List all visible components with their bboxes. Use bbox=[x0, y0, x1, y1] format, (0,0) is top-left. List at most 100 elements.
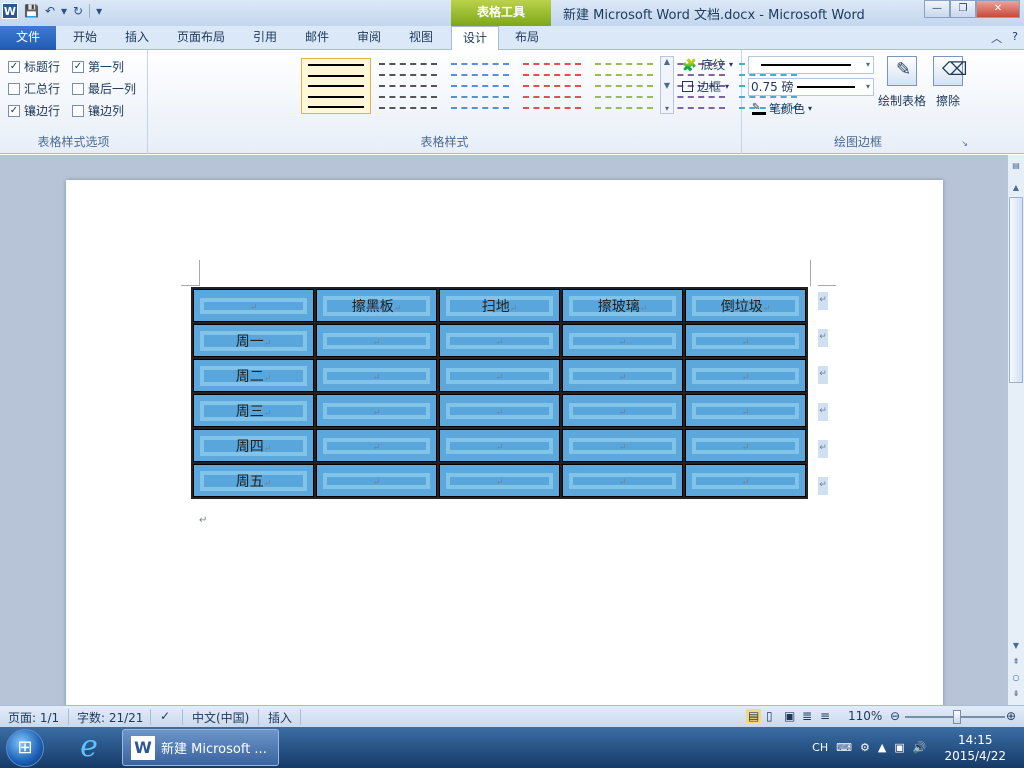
ime-indicator[interactable]: CH bbox=[812, 741, 828, 754]
option-first-column[interactable]: ✓ 第一列 bbox=[72, 58, 124, 75]
table-cell[interactable]: ↵ bbox=[439, 324, 560, 357]
table-cell[interactable]: 周二↵ bbox=[193, 359, 314, 392]
web-layout-icon[interactable]: ▣ bbox=[784, 709, 795, 723]
table-cell[interactable]: 周五↵ bbox=[193, 464, 314, 497]
table-cell[interactable]: ↵ bbox=[562, 394, 683, 427]
tab-home[interactable]: 开始 bbox=[64, 26, 106, 50]
outline-view-icon[interactable]: ≣ bbox=[802, 709, 812, 723]
table-cell[interactable]: ↵ bbox=[562, 429, 683, 462]
table-style-thumbnail[interactable] bbox=[445, 58, 515, 114]
collapse-ribbon-icon[interactable]: ︿ bbox=[991, 30, 1002, 46]
draft-view-icon[interactable]: ≡ bbox=[820, 709, 830, 723]
browse-object-icon[interactable]: ○ bbox=[1008, 671, 1024, 685]
total-row-checkbox[interactable] bbox=[8, 82, 20, 95]
line-style-select[interactable]: ▾ bbox=[748, 56, 874, 74]
banded-columns-checkbox[interactable] bbox=[72, 104, 84, 117]
table-cell[interactable]: 扫地↵ bbox=[439, 289, 560, 322]
table-cell[interactable]: ↵ bbox=[439, 429, 560, 462]
table-style-thumbnail[interactable] bbox=[517, 58, 587, 114]
borders-button[interactable]: 边框 ▾ bbox=[682, 78, 729, 95]
zoom-slider-thumb[interactable] bbox=[953, 710, 961, 724]
minimize-button[interactable]: — bbox=[924, 0, 950, 18]
internet-explorer-icon[interactable]: e bbox=[72, 731, 106, 765]
gallery-up-icon[interactable]: ▲ bbox=[664, 57, 670, 66]
ruler-toggle-icon[interactable]: ▤ bbox=[1008, 159, 1024, 173]
table-cell[interactable]: ↵ bbox=[193, 289, 314, 322]
gallery-more-icon[interactable]: ▾ bbox=[665, 104, 669, 113]
table-cell[interactable]: ↵ bbox=[439, 464, 560, 497]
print-layout-view-icon[interactable]: ▤ bbox=[746, 709, 762, 723]
scroll-down-icon[interactable]: ▼ bbox=[1008, 639, 1024, 653]
tab-page-layout[interactable]: 页面布局 bbox=[168, 26, 234, 50]
tab-references[interactable]: 引用 bbox=[244, 26, 286, 50]
draw-table-button[interactable]: ✎ 绘制表格 bbox=[876, 56, 928, 109]
document-table[interactable]: ↵ 擦黑板↵ 扫地↵ 擦玻璃↵ 倒垃圾↵ 周一↵ ↵ ↵ ↵ ↵ 周二↵ ↵ ↵ ↵ ↵ 周三↵ ↵ ↵ ↵ ↵ 周四↵… bbox=[191, 287, 808, 499]
scroll-up-icon[interactable]: ▲ bbox=[1008, 181, 1024, 195]
banded-rows-checkbox[interactable]: ✓ bbox=[8, 104, 20, 117]
restore-button[interactable]: ❐ bbox=[950, 0, 976, 18]
header-row-checkbox[interactable]: ✓ bbox=[8, 60, 20, 73]
table-cell[interactable]: 周四↵ bbox=[193, 429, 314, 462]
help-icon[interactable]: ? bbox=[1012, 30, 1018, 46]
redo-icon[interactable]: ↻ bbox=[73, 3, 83, 19]
table-cell[interactable]: 倒垃圾↵ bbox=[685, 289, 806, 322]
tab-layout[interactable]: 布局 bbox=[505, 26, 549, 50]
undo-dropdown-icon[interactable]: ▾ bbox=[61, 3, 67, 19]
close-button[interactable]: ✕ bbox=[976, 0, 1020, 18]
table-cell[interactable]: ↵ bbox=[685, 464, 806, 497]
table-cell[interactable]: ↵ bbox=[562, 464, 683, 497]
keyboard-icon[interactable]: ⌨ bbox=[836, 741, 852, 754]
previous-page-icon[interactable]: ⇞ bbox=[1008, 655, 1024, 669]
option-header-row[interactable]: ✓ 标题行 bbox=[8, 58, 60, 75]
table-cell[interactable]: 周三↵ bbox=[193, 394, 314, 427]
table-cell[interactable]: 擦黑板↵ bbox=[316, 289, 437, 322]
tab-design[interactable]: 设计 bbox=[451, 26, 499, 51]
word-count[interactable]: 字数: 21/21 bbox=[77, 709, 143, 726]
word-app-icon[interactable]: W bbox=[2, 3, 18, 19]
page-count[interactable]: 页面: 1/1 bbox=[8, 709, 59, 726]
zoom-slider[interactable] bbox=[905, 710, 1005, 724]
show-hidden-icons-icon[interactable]: ▲ bbox=[878, 741, 886, 754]
table-style-thumbnail[interactable] bbox=[301, 58, 371, 114]
first-column-checkbox[interactable]: ✓ bbox=[72, 60, 84, 73]
customize-qat-icon[interactable]: ▾ bbox=[96, 3, 102, 19]
zoom-out-icon[interactable]: ⊖ bbox=[890, 709, 900, 723]
table-cell[interactable]: ↵ bbox=[685, 359, 806, 392]
tab-file[interactable]: 文件 bbox=[0, 26, 56, 50]
line-weight-select[interactable]: 0.75 磅 ▾ bbox=[748, 78, 874, 96]
table-cell[interactable]: ↵ bbox=[439, 359, 560, 392]
start-button[interactable]: ⊞ bbox=[6, 729, 44, 767]
table-cell[interactable]: ↵ bbox=[316, 324, 437, 357]
tab-insert[interactable]: 插入 bbox=[116, 26, 158, 50]
language-indicator[interactable]: 中文(中国) bbox=[192, 709, 249, 726]
save-icon[interactable]: 💾 bbox=[24, 3, 39, 19]
next-page-icon[interactable]: ⇟ bbox=[1008, 687, 1024, 701]
zoom-level[interactable]: 110% bbox=[848, 709, 882, 723]
table-cell[interactable]: ↵ bbox=[685, 394, 806, 427]
option-last-column[interactable]: 最后一列 bbox=[72, 80, 136, 97]
clock[interactable]: 14:15 2015/4/22 bbox=[944, 732, 1006, 764]
taskbar-word-item[interactable]: W 新建 Microsoft ... bbox=[122, 729, 279, 766]
table-cell[interactable]: ↵ bbox=[685, 429, 806, 462]
table-cell[interactable]: 擦玻璃↵ bbox=[562, 289, 683, 322]
tab-mailings[interactable]: 邮件 bbox=[296, 26, 338, 50]
eraser-button[interactable]: ⌫ 擦除 bbox=[922, 56, 974, 109]
option-banded-rows[interactable]: ✓ 镶边行 bbox=[8, 102, 60, 119]
table-cell[interactable]: ↵ bbox=[685, 324, 806, 357]
last-column-checkbox[interactable] bbox=[72, 82, 84, 95]
scroll-thumb[interactable] bbox=[1009, 197, 1023, 383]
option-banded-columns[interactable]: 镶边列 bbox=[72, 102, 124, 119]
pen-color-button[interactable]: ✎ 笔颜色 ▾ bbox=[752, 100, 812, 117]
table-cell[interactable]: ↵ bbox=[562, 324, 683, 357]
option-total-row[interactable]: 汇总行 bbox=[8, 80, 60, 97]
gallery-down-icon[interactable]: ▼ bbox=[664, 81, 670, 90]
table-cell[interactable]: ↵ bbox=[316, 429, 437, 462]
insert-mode[interactable]: 插入 bbox=[268, 709, 292, 726]
ime-options-icon[interactable]: ⚙ bbox=[860, 741, 870, 754]
tab-review[interactable]: 审阅 bbox=[348, 26, 390, 50]
table-cell[interactable]: ↵ bbox=[316, 464, 437, 497]
undo-icon[interactable]: ↶ bbox=[45, 3, 55, 19]
table-cell[interactable]: ↵ bbox=[562, 359, 683, 392]
shading-button[interactable]: 🧩 底纹 ▾ bbox=[682, 56, 733, 73]
zoom-in-icon[interactable]: ⊕ bbox=[1006, 709, 1016, 723]
